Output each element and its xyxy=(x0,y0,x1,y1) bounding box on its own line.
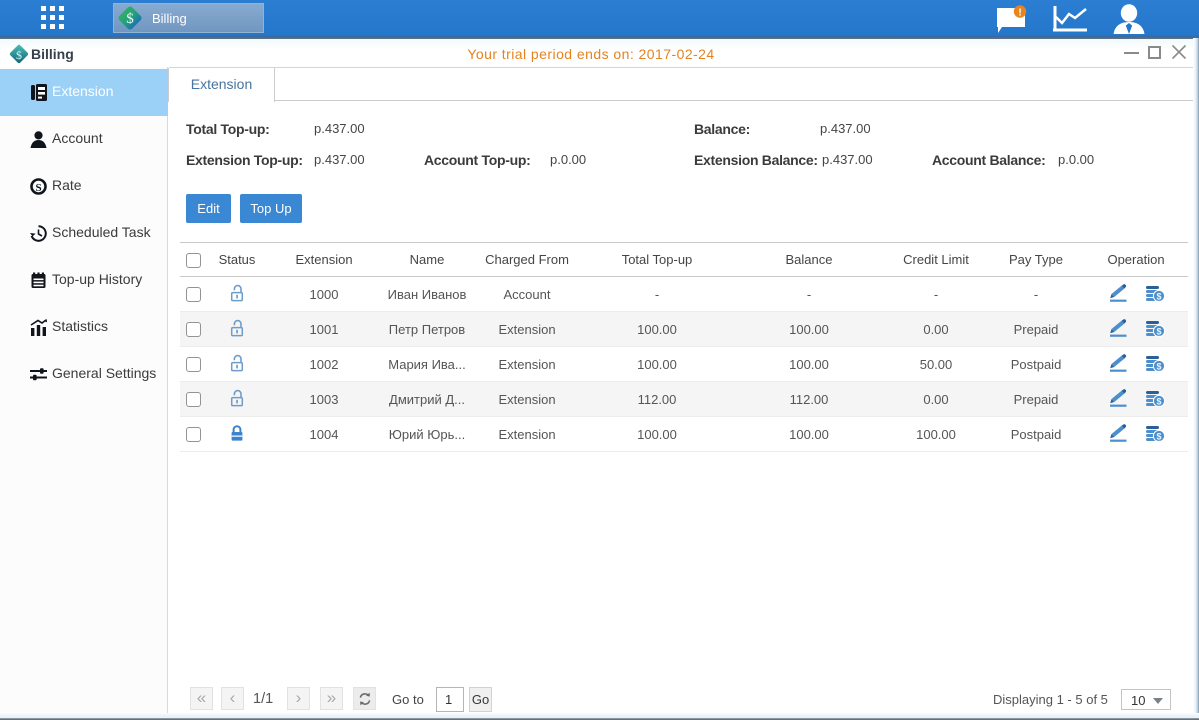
svg-text:S: S xyxy=(35,182,41,194)
svg-text:$: $ xyxy=(1156,431,1161,441)
svg-text:$: $ xyxy=(1156,291,1161,301)
svg-text:$: $ xyxy=(1156,361,1161,371)
svg-text:$: $ xyxy=(1156,326,1161,336)
svg-text:$: $ xyxy=(1156,396,1161,406)
svg-text:$: $ xyxy=(16,48,22,62)
svg-text:!: ! xyxy=(1018,8,1021,19)
svg-text:$: $ xyxy=(126,11,134,27)
